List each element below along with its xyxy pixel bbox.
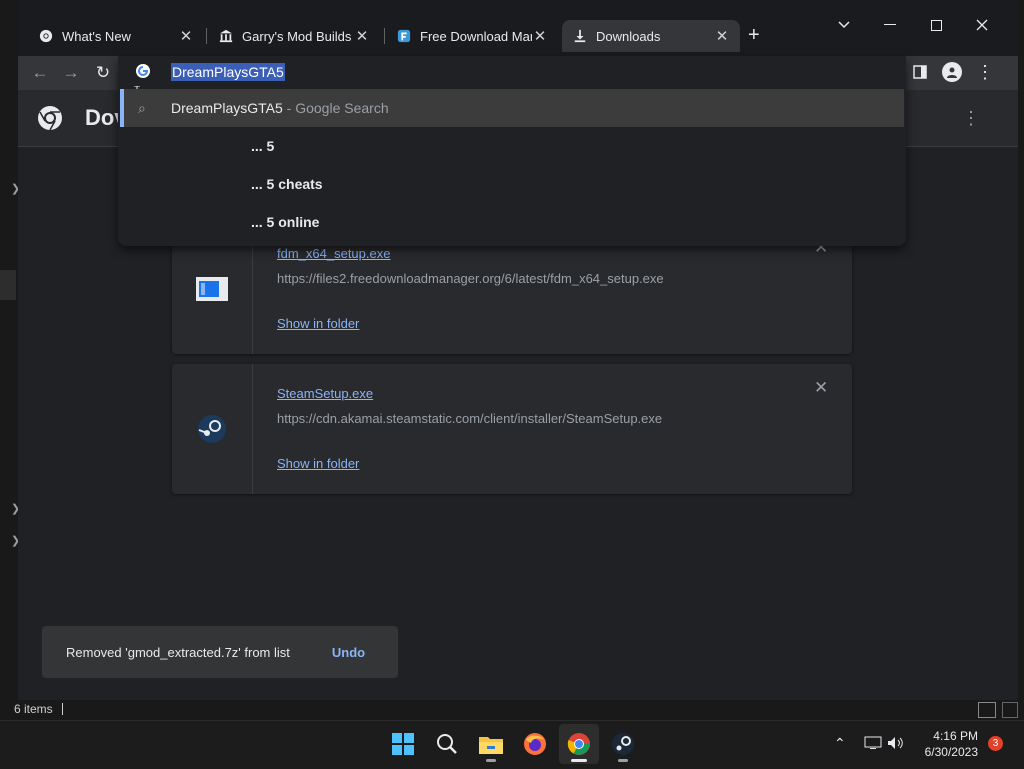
notification-badge[interactable]: 3: [988, 736, 1003, 751]
search-icon: ⌕: [138, 99, 146, 116]
steam-icon: [198, 415, 226, 443]
undo-toast: Removed 'gmod_extracted.7z' from list Un…: [42, 626, 398, 678]
suggestion-text: ... 5: [251, 138, 275, 154]
google-icon: [135, 63, 153, 81]
network-icon[interactable]: [864, 736, 882, 750]
suggestion-item[interactable]: ... 5: [120, 127, 904, 165]
suggestion-text: ... 5 online: [251, 214, 320, 230]
show-in-folder-link[interactable]: Show in folder: [277, 456, 359, 471]
close-icon[interactable]: ✕: [532, 27, 548, 45]
chrome-logo-icon: [36, 104, 64, 132]
close-icon[interactable]: ✕: [714, 27, 730, 45]
page-menu-button[interactable]: ⋮: [962, 108, 980, 129]
download-filename[interactable]: fdm_x64_setup.exe: [277, 246, 390, 261]
close-icon[interactable]: ✕: [178, 27, 194, 45]
download-icon: [572, 28, 588, 44]
tab-garrys-mod[interactable]: Garry's Mod Builds 0 ✕: [208, 20, 380, 52]
undo-button[interactable]: Undo: [332, 645, 365, 660]
windows-start-icon[interactable]: [385, 726, 421, 762]
omnibox-query[interactable]: DreamPlaysGTA5: [171, 63, 285, 81]
steam-taskbar-icon[interactable]: [605, 726, 641, 762]
background-window: [0, 0, 18, 700]
menu-button[interactable]: ⋮: [975, 62, 995, 82]
running-indicator: [486, 759, 496, 762]
reload-button[interactable]: ↻: [90, 60, 116, 86]
close-window-button[interactable]: [962, 12, 1002, 38]
suggestion-subtext: - Google Search: [282, 100, 389, 116]
chrome-taskbar-icon[interactable]: [561, 726, 597, 762]
tab-separator: [384, 28, 385, 44]
active-indicator: [571, 759, 587, 762]
tab-downloads[interactable]: Downloads ✕: [562, 20, 740, 52]
remove-icon[interactable]: ✕: [814, 378, 828, 398]
tiles-view-icon[interactable]: [1002, 702, 1018, 718]
new-tab-button[interactable]: +: [748, 24, 760, 47]
fdm-file-icon: [196, 277, 228, 301]
search-icon[interactable]: [429, 726, 465, 762]
download-filename[interactable]: SteamSetup.exe: [277, 386, 373, 401]
toast-message: Removed 'gmod_extracted.7z' from list: [66, 644, 290, 660]
minimize-button[interactable]: [870, 12, 910, 38]
chevron-up-icon[interactable]: ⌃: [834, 735, 846, 752]
tab-label: Free Download Mana: [420, 28, 532, 44]
maximize-button[interactable]: [916, 12, 956, 38]
tab-free-download-manager[interactable]: Free Download Mana ✕: [386, 20, 558, 52]
tab-search-button[interactable]: [824, 12, 864, 38]
back-button[interactable]: ←: [27, 60, 53, 86]
tab-whats-new[interactable]: What's New ✕: [28, 20, 204, 52]
file-explorer-icon[interactable]: [473, 726, 509, 762]
profile-button[interactable]: [942, 62, 962, 82]
tab-label: What's New: [62, 28, 131, 44]
tab-label: Garry's Mod Builds 0: [242, 28, 354, 44]
download-item: SteamSetup.exe https://cdn.akamai.steams…: [172, 364, 852, 494]
fdm-icon: [396, 28, 412, 44]
clock-time[interactable]: 4:16 PM: [922, 729, 978, 743]
selection-indicator: [120, 89, 124, 127]
running-indicator: [618, 759, 628, 762]
item-count: 6 items: [14, 702, 53, 716]
show-in-folder-link[interactable]: Show in folder: [277, 316, 359, 331]
suggestion-text: DreamPlaysGTA5: [171, 100, 283, 116]
forward-button[interactable]: →: [58, 60, 84, 86]
close-icon[interactable]: ✕: [354, 27, 370, 45]
side-panel-button[interactable]: [910, 62, 930, 82]
explorer-status-bar: 6 items: [0, 700, 1024, 720]
download-url: https://cdn.akamai.steamstatic.com/clien…: [277, 411, 663, 426]
suggestion-item[interactable]: ... 5 online: [120, 203, 904, 241]
volume-icon[interactable]: [887, 736, 905, 750]
tab-separator: [206, 28, 207, 44]
bank-icon: [218, 28, 234, 44]
background-selection: [0, 270, 16, 300]
details-view-icon[interactable]: [978, 702, 996, 718]
chrome-icon: [38, 28, 54, 44]
suggestion-item[interactable]: ... 5 cheats: [120, 165, 904, 203]
firefox-icon[interactable]: [517, 726, 553, 762]
clock-date[interactable]: 6/30/2023: [910, 745, 978, 759]
divider: [62, 703, 63, 715]
suggestion-item[interactable]: ⌕ DreamPlaysGTA5 - Google Search: [120, 89, 904, 127]
file-icon-column: [172, 364, 253, 494]
tab-label: Downloads: [596, 28, 661, 44]
suggestion-text: ... 5 cheats: [251, 176, 323, 192]
download-url: https://files2.freedownloadmanager.org/6…: [277, 271, 664, 286]
